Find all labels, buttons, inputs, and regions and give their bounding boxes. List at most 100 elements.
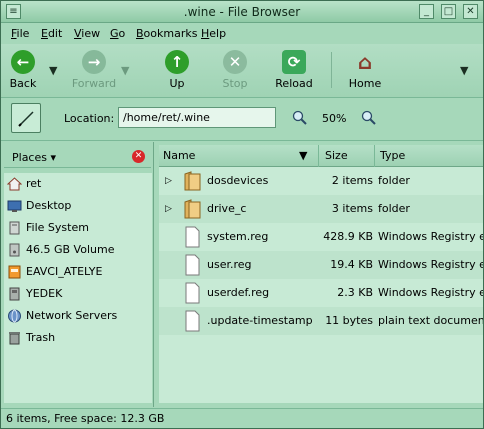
menu-view[interactable]: View [74,27,100,40]
places-dropdown[interactable]: Places ▾ [12,151,56,164]
minimize-icon[interactable]: _ [419,4,434,19]
sidebar-item-eavci-atelye[interactable]: EAVCI_ATELYE [4,261,152,283]
places-sidebar: Places ▾ ✕ ret Desktop File System 46.5 … [1,142,154,407]
sidebar-item-label: Network Servers [26,309,118,322]
file-type: Windows Registry ext [378,258,483,271]
home-icon: ⌂ [357,50,373,74]
up-label: Up [169,77,185,90]
sidebar-item-network-servers[interactable]: Network Servers [4,305,152,327]
window-title: .wine - File Browser [183,5,301,19]
toolbar-overflow-icon[interactable]: ▼ [460,64,468,77]
location-input[interactable] [118,107,276,128]
sidebar-item-label: ret [26,177,42,190]
file-rows: ▷ dosdevices 2 items folder ▷ drive_c 3 … [159,167,483,403]
file-name: .update-timestamp [207,314,313,327]
zoom-out-icon[interactable] [292,110,308,126]
toolbar: ← Back ▼ → Forward ▼ ↑ Up ✕ Stop ⟳ Reloa… [1,44,483,98]
sidebar-item-filesystem[interactable]: File System [4,217,152,239]
file-name: dosdevices [207,174,269,187]
sort-descending-icon: ▼ [299,149,308,162]
expand-arrow-icon[interactable]: ▷ [165,176,172,186]
desktop-icon [7,200,22,212]
file-row-update-timestamp[interactable]: .update-timestamp 11 bytes plain text do… [159,307,483,335]
sidebar-item-ret[interactable]: ret [4,173,152,195]
sidebar-item-desktop[interactable]: Desktop [4,195,152,217]
column-header-type[interactable]: Type [376,145,483,167]
file-type: plain text document [378,314,483,327]
reload-label: Reload [275,77,313,90]
sidebar-item-label: Desktop [26,199,72,212]
toolbar-separator [331,52,332,88]
status-bar: 6 items, Free space: 12.3 GB [1,408,483,428]
stop-label: Stop [222,77,248,90]
sidebar-item-label: YEDEK [26,287,63,300]
menu-help[interactable]: Help [201,27,226,40]
sidebar-item-trash[interactable]: Trash [4,327,152,349]
up-button[interactable]: ↑ Up [147,50,207,90]
title-bar[interactable]: ≡ .wine - File Browser _ □ ✕ [1,1,483,23]
maximize-icon[interactable]: □ [441,4,456,19]
filesystem-icon [9,221,20,235]
file-size: 2.3 KB [337,286,373,299]
zoom-in-icon[interactable] [361,110,377,126]
stop-icon: ✕ [223,50,247,74]
back-label: Back [9,77,37,90]
sidebar-item-label: Trash [26,331,56,344]
places-list: ret Desktop File System 46.5 GB Volume E… [4,173,152,403]
sidebar-item-label: 46.5 GB Volume [26,243,115,256]
file-type: folder [378,202,410,215]
file-list-panel: Name ▼ Size Type ▷ dosdevices 2 items fo… [156,142,483,407]
close-sidebar-icon[interactable]: ✕ [132,150,145,163]
menu-bookmarks[interactable]: Bookmarks [136,27,197,40]
reload-button[interactable]: ⟳ Reload [264,50,324,90]
sidebar-item-label: EAVCI_ATELYE [26,265,103,278]
back-history-dropdown-icon[interactable]: ▼ [49,64,57,77]
folder-icon [184,171,201,191]
back-arrow-icon: ← [11,50,35,74]
file-row-dosdevices[interactable]: ▷ dosdevices 2 items folder [159,167,483,195]
folder-icon [184,199,201,219]
pencil-icon [18,111,34,127]
document-icon [185,282,200,304]
usb-drive-icon [8,265,21,279]
document-icon [185,310,200,332]
menu-go[interactable]: Go [110,27,125,40]
places-header: Places ▾ ✕ [4,146,151,168]
column-headers: Name ▼ Size Type [159,145,483,167]
menu-file[interactable]: File [11,27,29,40]
sidebar-item-volume[interactable]: 46.5 GB Volume [4,239,152,261]
file-name: system.reg [207,230,269,243]
column-header-size[interactable]: Size [321,145,375,167]
expand-arrow-icon[interactable]: ▷ [165,204,172,214]
file-row-userdef-reg[interactable]: userdef.reg 2.3 KB Windows Registry ext [159,279,483,307]
file-row-drive-c[interactable]: ▷ drive_c 3 items folder [159,195,483,223]
document-icon [185,254,200,276]
file-size: 428.9 KB [323,230,373,243]
home-button[interactable]: ⌂ Home [335,50,395,90]
forward-button[interactable]: → Forward [64,50,124,90]
file-name: drive_c [207,202,247,215]
file-browser-window: ≡ .wine - File Browser _ □ ✕ File Edit V… [0,0,484,429]
file-type: Windows Registry ext [378,286,483,299]
reload-icon: ⟳ [282,50,306,74]
file-row-system-reg[interactable]: system.reg 428.9 KB Windows Registry ext [159,223,483,251]
forward-arrow-icon: → [82,50,106,74]
file-row-user-reg[interactable]: user.reg 19.4 KB Windows Registry ext [159,251,483,279]
home-label: Home [348,77,382,90]
chevron-down-icon: ▾ [50,151,57,164]
column-type-label: Type [380,149,406,162]
file-size: 19.4 KB [330,258,373,271]
stop-button[interactable]: ✕ Stop [205,50,265,90]
up-arrow-icon: ↑ [165,50,189,74]
drive-icon [9,243,20,257]
sidebar-item-yedek[interactable]: YEDEK [4,283,152,305]
back-button[interactable]: ← Back [0,50,53,90]
close-icon[interactable]: ✕ [463,4,478,19]
drive-icon [9,287,20,301]
status-text: 6 items, Free space: 12.3 GB [6,412,165,425]
toggle-location-edit-button[interactable] [11,103,41,133]
column-header-name[interactable]: Name ▼ [159,145,319,167]
forward-history-dropdown-icon[interactable]: ▼ [121,64,129,77]
zoom-level: 50% [322,112,347,125]
menu-edit[interactable]: Edit [41,27,62,40]
